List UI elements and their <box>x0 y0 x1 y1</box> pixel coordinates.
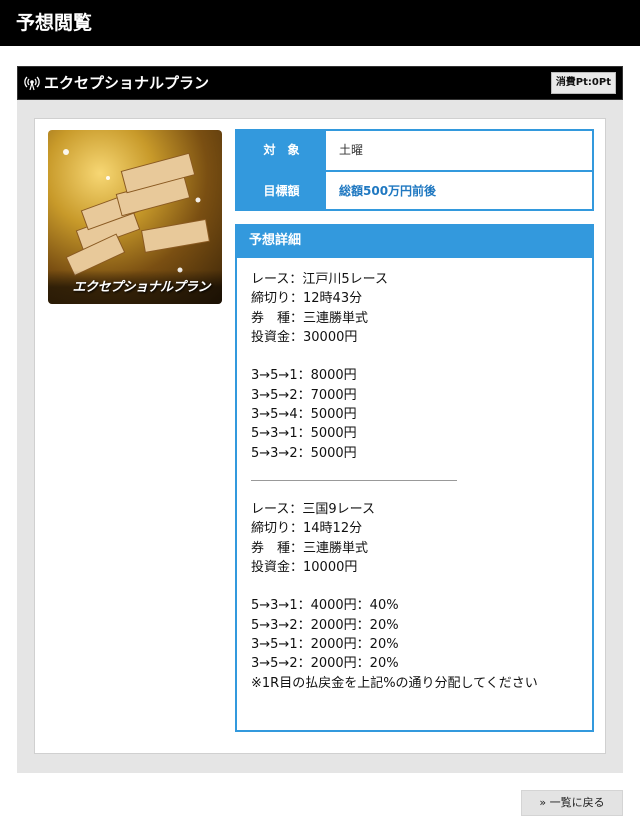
race1-bet: 5→3→1：5000円 <box>251 426 357 442</box>
race1-bet: 3→5→4：5000円 <box>251 407 357 423</box>
race-divider <box>251 479 457 481</box>
plan-image: エクセプショナルプラン <box>48 130 222 304</box>
info-key-goal: 目標額 <box>237 172 326 209</box>
race1-bet: 5→3→2：5000円 <box>251 445 357 461</box>
race2-line: 券 種：三連勝単式 <box>251 540 369 556</box>
point-cost-badge: 消費Pt:0Pt <box>550 72 616 94</box>
plan-title: エクセプショナルプラン <box>44 74 210 92</box>
race1-bet: 3→5→1：8000円 <box>251 368 357 384</box>
race1-line: 締切り：12時43分 <box>251 291 363 307</box>
race1-line: 投資金：30000円 <box>251 329 358 345</box>
info-value-target: 土曜 <box>326 131 592 170</box>
plan-panel: エクセプショナルプラン 対 象 土曜 目標額 総額500万円前後 予想詳細 レー… <box>17 100 623 773</box>
page-title: 予想閲覧 <box>16 12 93 34</box>
race1-line: 券 種：三連勝単式 <box>251 310 369 326</box>
plan-content-card: エクセプショナルプラン 対 象 土曜 目標額 総額500万円前後 予想詳細 レー… <box>34 118 606 754</box>
race1-line: レース：江戸川5レース <box>251 272 388 287</box>
race2-bet: 3→5→1：2000円：20% <box>251 637 399 653</box>
info-row-goal: 目標額 総額500万円前後 <box>237 170 592 209</box>
prediction-detail-body: レース：江戸川5レース 締切り：12時43分 券 種：三連勝単式 投資金：300… <box>237 258 592 693</box>
race2-line: 締切り：14時12分 <box>251 521 363 537</box>
back-to-list-button[interactable]: » 一覧に戻る <box>521 790 623 816</box>
race2-line: レース：三国9レース <box>251 501 375 517</box>
info-key-target: 対 象 <box>237 131 326 170</box>
race2-bet: 3→5→2：2000円：20% <box>251 656 399 672</box>
race2-line: 投資金：10000円 <box>251 559 358 575</box>
race2-bet: 5→3→2：2000円：20% <box>251 617 399 633</box>
prediction-detail-heading: 予想詳細 <box>237 224 592 258</box>
plan-title-bar: エクセプショナルプラン 消費Pt:0Pt <box>17 66 623 100</box>
race2-note: ※1R目の払戻金を上記%の通り分配してください <box>251 675 538 691</box>
top-header-bar: 予想閲覧 <box>0 0 640 46</box>
race1-bet: 3→5→2：7000円 <box>251 387 357 403</box>
prediction-detail-box: 予想詳細 レース：江戸川5レース 締切り：12時43分 券 種：三連勝単式 投資… <box>235 224 594 732</box>
info-row-target: 対 象 土曜 <box>237 131 592 170</box>
image-plan-label: エクセプショナルプラン <box>72 280 210 295</box>
broadcast-icon <box>24 76 40 91</box>
race2-bet: 5→3→1：4000円：40% <box>251 598 399 614</box>
plan-info-table: 対 象 土曜 目標額 総額500万円前後 <box>235 129 594 211</box>
info-value-goal: 総額500万円前後 <box>326 172 592 209</box>
